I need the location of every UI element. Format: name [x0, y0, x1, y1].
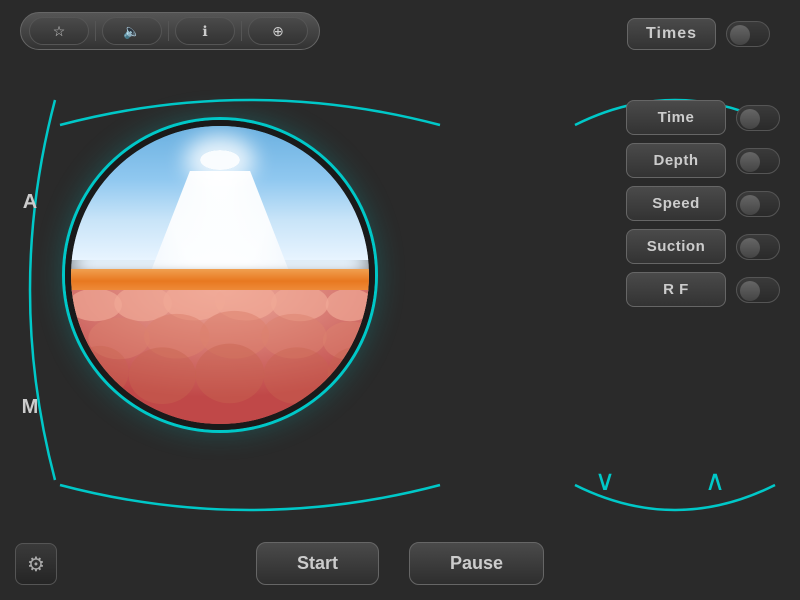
times-toggle[interactable] — [726, 21, 770, 47]
time-button[interactable]: Time — [626, 100, 726, 135]
star-icon: ☆ — [53, 23, 66, 40]
info-icon: ℹ — [202, 23, 207, 40]
suction-control-row: Suction — [560, 229, 780, 264]
toolbar-divider-1 — [95, 21, 96, 41]
chevron-up-button[interactable]: ∧ — [705, 467, 726, 495]
main-visualization — [60, 85, 380, 465]
time-control-row: Time — [560, 100, 780, 135]
top-toolbar: ☆ 🔈 ℹ ⊕ — [20, 12, 320, 50]
chevron-controls: ∨ ∧ — [550, 467, 770, 495]
times-section: Times — [627, 18, 770, 50]
toolbar-divider-3 — [241, 21, 242, 41]
rf-button[interactable]: R F — [626, 272, 726, 307]
depth-control-row: Depth — [560, 143, 780, 178]
left-labels: A M — [0, 100, 60, 510]
tissue-area — [71, 290, 369, 424]
rf-toggle[interactable] — [736, 277, 780, 303]
speed-control-row: Speed — [560, 186, 780, 221]
bottom-controls: Start Pause — [0, 542, 800, 585]
m-label: M — [22, 396, 39, 419]
suction-button[interactable]: Suction — [626, 229, 726, 264]
speed-toggle[interactable] — [736, 191, 780, 217]
speed-button[interactable]: Speed — [626, 186, 726, 221]
volume-icon: 🔈 — [123, 23, 140, 40]
rf-control-row: R F — [560, 272, 780, 307]
depth-button[interactable]: Depth — [626, 143, 726, 178]
tissue-bumps-svg — [71, 290, 369, 424]
chevron-down-button[interactable]: ∨ — [595, 467, 616, 495]
volume-button[interactable]: 🔈 — [102, 17, 162, 45]
depth-toggle[interactable] — [736, 148, 780, 174]
light-source — [200, 150, 240, 170]
bottom-arc-decoration — [50, 480, 450, 535]
add-icon: ⊕ — [272, 23, 284, 40]
info-button[interactable]: ℹ — [175, 17, 235, 45]
start-button[interactable]: Start — [256, 542, 379, 585]
add-button[interactable]: ⊕ — [248, 17, 308, 45]
pause-button[interactable]: Pause — [409, 542, 544, 585]
circle-display — [65, 120, 375, 430]
star-button[interactable]: ☆ — [29, 17, 89, 45]
times-button[interactable]: Times — [627, 18, 716, 50]
suction-toggle[interactable] — [736, 234, 780, 260]
right-controls-panel: Time Depth Speed Suction R F — [560, 100, 780, 307]
toolbar-divider-2 — [168, 21, 169, 41]
time-toggle[interactable] — [736, 105, 780, 131]
a-label: A — [23, 191, 37, 214]
